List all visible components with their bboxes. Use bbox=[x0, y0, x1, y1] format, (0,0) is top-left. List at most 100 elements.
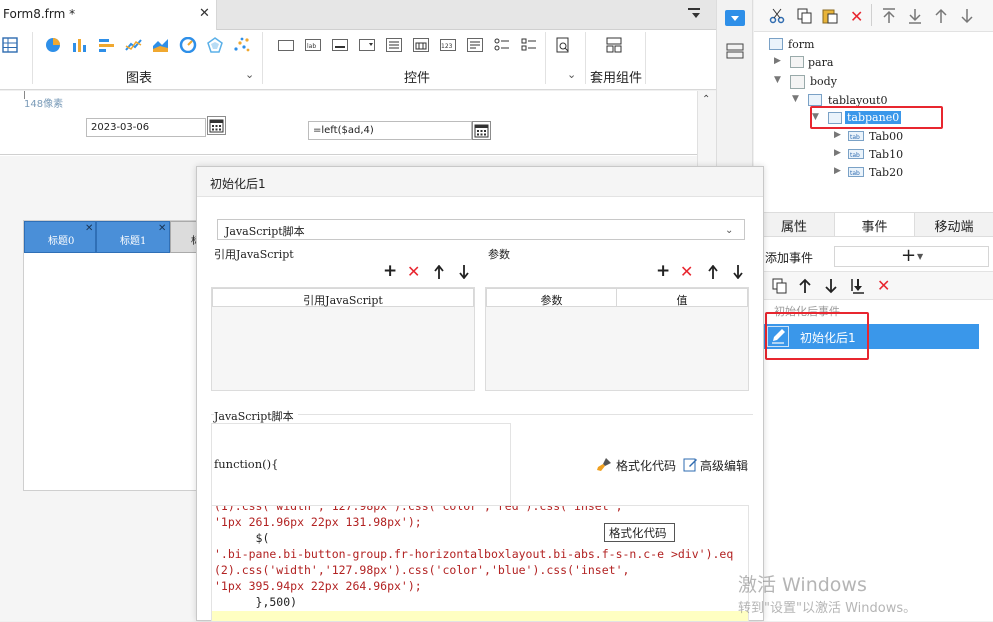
delete-event-icon[interactable]: ✕ bbox=[877, 276, 890, 295]
tree-node-label: form bbox=[788, 38, 815, 51]
combobox-control-icon[interactable] bbox=[359, 39, 375, 51]
tab-mobile[interactable]: 移动端 bbox=[915, 213, 993, 236]
paste-icon[interactable] bbox=[822, 7, 838, 24]
ref-js-table[interactable]: 引用JavaScript bbox=[211, 287, 475, 391]
tab-title-2[interactable]: 标 bbox=[170, 221, 201, 253]
expand-arrow-icon[interactable]: ▶ bbox=[834, 130, 841, 140]
code-line: (1).css('width','127.98px').css('color',… bbox=[214, 505, 623, 513]
close-tab-icon[interactable]: ✕ bbox=[199, 6, 210, 21]
table-icon[interactable] bbox=[2, 37, 20, 53]
advanced-edit-button[interactable]: 高级编辑 bbox=[700, 457, 748, 474]
collapse-arrow-icon[interactable]: ▼ bbox=[774, 75, 781, 85]
button-control-icon[interactable] bbox=[332, 39, 348, 51]
line-chart-icon[interactable] bbox=[125, 37, 143, 53]
highlight-box bbox=[765, 312, 869, 360]
delete-icon[interactable]: ✕ bbox=[850, 7, 863, 26]
svg-text:tab: tab bbox=[850, 152, 860, 158]
tab-list-dropdown-icon[interactable] bbox=[688, 8, 702, 20]
add-ref-js-icon[interactable]: + bbox=[383, 261, 397, 281]
tablayout-widget[interactable]: 标题0 ✕ 标题1 ✕ 标 bbox=[23, 220, 201, 491]
code-line: '1px 261.96px 22px 131.98px'); bbox=[214, 515, 422, 529]
tree-node-tab20[interactable]: ▶ tab Tab20 bbox=[834, 164, 974, 182]
tree-node-tab00[interactable]: ▶ tab Tab00 bbox=[834, 128, 974, 146]
collapse-arrow-icon[interactable]: ▼ bbox=[792, 94, 799, 104]
chevron-down-icon[interactable]: ⌄ bbox=[725, 225, 733, 236]
tab-properties[interactable]: 属性 bbox=[754, 213, 834, 236]
close-icon[interactable]: ✕ bbox=[158, 223, 166, 234]
move-down-icon[interactable] bbox=[733, 265, 743, 279]
component-panel-icon[interactable] bbox=[725, 10, 745, 26]
copy-icon[interactable] bbox=[797, 8, 813, 24]
tab-title-1-label: 标题1 bbox=[120, 236, 147, 247]
tree-node-label: Tab10 bbox=[869, 148, 904, 161]
move-up-icon[interactable] bbox=[798, 278, 812, 294]
expand-arrow-icon[interactable]: ▶ bbox=[774, 56, 781, 66]
move-up-icon[interactable] bbox=[708, 265, 718, 279]
add-event-dropdown[interactable]: + ▼ bbox=[834, 245, 989, 267]
radio-group-control-icon[interactable] bbox=[494, 37, 512, 53]
move-to-top-icon[interactable] bbox=[882, 8, 896, 24]
scroll-up-icon[interactable]: ⌃ bbox=[702, 94, 710, 105]
tab-title-1[interactable]: 标题1 ✕ bbox=[96, 221, 170, 253]
move-to-bottom-icon[interactable] bbox=[850, 278, 866, 294]
move-up-icon[interactable] bbox=[434, 265, 444, 279]
bar-chart-icon[interactable] bbox=[71, 37, 89, 53]
advanced-edit-icon[interactable] bbox=[683, 457, 698, 472]
move-down-icon[interactable] bbox=[960, 8, 974, 24]
tree-node-body[interactable]: ▼ body bbox=[774, 73, 974, 91]
close-icon[interactable]: ✕ bbox=[85, 223, 93, 234]
area-chart-icon[interactable] bbox=[152, 37, 170, 53]
expand-arrow-icon[interactable]: ▶ bbox=[834, 166, 841, 176]
checkbox-group-control-icon[interactable] bbox=[521, 37, 539, 53]
delete-param-icon[interactable]: ✕ bbox=[680, 262, 693, 281]
calendar-icon[interactable] bbox=[207, 116, 226, 135]
tab-events[interactable]: 事件 bbox=[834, 213, 915, 236]
ribbon-toolbar: 图表 ⌄ lab 123 控件 ⌄ 套用组件 bbox=[0, 30, 716, 90]
cut-icon[interactable] bbox=[769, 8, 785, 24]
list-control-icon[interactable] bbox=[386, 38, 402, 52]
label-control-icon[interactable] bbox=[278, 40, 294, 51]
layout-panel-icon[interactable] bbox=[726, 43, 744, 59]
dialog-title: 初始化后1 bbox=[210, 177, 266, 191]
textarea-control-icon[interactable] bbox=[467, 38, 483, 52]
text-control-icon[interactable]: lab bbox=[305, 39, 321, 51]
chart-group-expand-icon[interactable]: ⌄ bbox=[245, 68, 254, 81]
calendar-icon[interactable] bbox=[472, 121, 491, 140]
expand-arrow-icon[interactable]: ▶ bbox=[834, 148, 841, 158]
search-control-icon[interactable] bbox=[555, 37, 573, 53]
controls-group-expand-icon[interactable]: ⌄ bbox=[567, 68, 576, 81]
form-icon bbox=[769, 38, 783, 50]
pie-chart-icon[interactable] bbox=[44, 37, 62, 53]
move-down-icon[interactable] bbox=[459, 265, 469, 279]
date-control-icon[interactable] bbox=[413, 38, 429, 52]
move-down-icon[interactable] bbox=[824, 278, 838, 294]
radar-chart-icon[interactable] bbox=[206, 37, 224, 53]
delete-ref-js-icon[interactable]: ✕ bbox=[407, 262, 420, 281]
move-up-icon[interactable] bbox=[934, 8, 948, 24]
script-type-select[interactable]: JavaScript脚本 bbox=[217, 219, 745, 240]
number-control-icon[interactable]: 123 bbox=[440, 39, 456, 51]
gauge-chart-icon[interactable] bbox=[179, 37, 197, 53]
file-tab[interactable]: Form8.frm * ✕ bbox=[0, 0, 217, 30]
tab-title-0[interactable]: 标题0 ✕ bbox=[24, 221, 96, 253]
code-line: $( bbox=[214, 531, 270, 545]
ribbon-separator bbox=[545, 32, 546, 84]
copy-icon[interactable] bbox=[772, 278, 788, 294]
date-field[interactable]: 2023-03-06 bbox=[86, 118, 206, 137]
scatter-chart-icon[interactable] bbox=[233, 37, 251, 53]
tree-node-tab10[interactable]: ▶ tab Tab10 bbox=[834, 146, 974, 164]
formula-field[interactable]: =left($ad,4) bbox=[308, 121, 472, 140]
move-to-bottom-icon[interactable] bbox=[908, 8, 922, 24]
ribbon-group-components-label: 套用组件 bbox=[590, 71, 643, 86]
format-code-button[interactable]: 格式化代码 bbox=[616, 457, 676, 474]
add-param-icon[interactable]: + bbox=[656, 261, 670, 281]
format-code-tooltip: 格式化代码 bbox=[604, 523, 675, 542]
params-table[interactable]: 参数 值 bbox=[485, 287, 749, 391]
dialog-titlebar[interactable]: 初始化后1 bbox=[197, 167, 763, 197]
tree-node-para[interactable]: ▶ para bbox=[774, 54, 974, 72]
tree-node-form[interactable]: form bbox=[768, 36, 968, 54]
layout-component-icon[interactable] bbox=[606, 37, 624, 53]
parameter-pane: 148像素 2023-03-06 =left($ad,4) bbox=[0, 91, 697, 155]
format-code-brush-icon[interactable] bbox=[596, 457, 612, 472]
horizontal-bar-chart-icon[interactable] bbox=[98, 37, 116, 53]
